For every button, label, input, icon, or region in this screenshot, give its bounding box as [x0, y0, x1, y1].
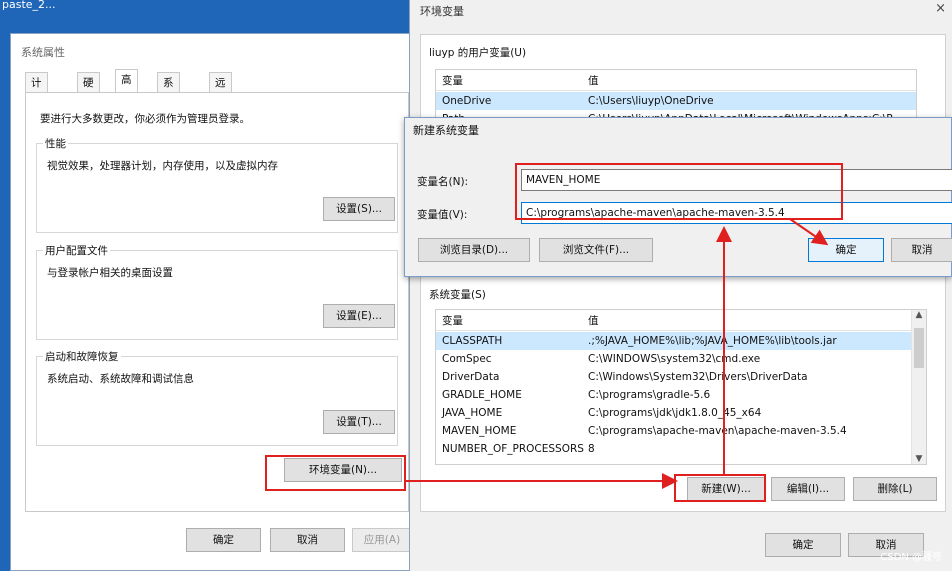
arrow-to-ok [789, 218, 829, 246]
watermark: CSDN @骚夸 [880, 552, 942, 563]
annotation-arrows [405, 218, 829, 489]
